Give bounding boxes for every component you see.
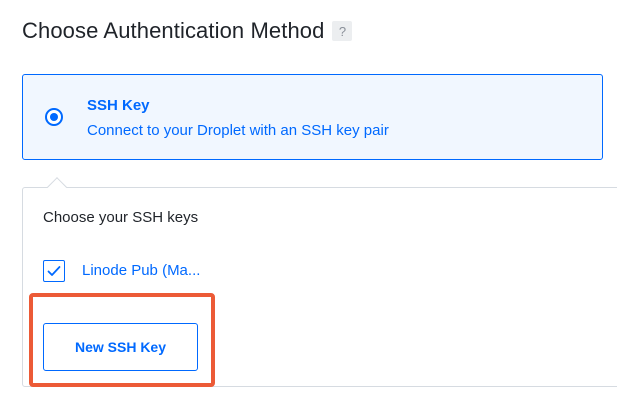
ssh-key-name[interactable]: Linode Pub (Ma...	[82, 262, 200, 279]
header: Choose Authentication Method ?	[22, 18, 353, 44]
page-title: Choose Authentication Method	[22, 18, 325, 43]
option-title: SSH Key	[87, 97, 150, 114]
panel-pointer	[47, 177, 67, 197]
ssh-keys-label: Choose your SSH keys	[43, 209, 199, 226]
option-description: Connect to your Droplet with an SSH key …	[87, 122, 389, 139]
ssh-key-option[interactable]: SSH Key Connect to your Droplet with an …	[22, 74, 603, 160]
checkmark-icon	[47, 266, 61, 276]
ssh-key-checkbox[interactable]	[43, 260, 65, 282]
radio-selected-icon[interactable]	[45, 108, 63, 126]
auth-method-page: Choose Authentication Method ? SSH Key C…	[0, 0, 617, 409]
new-ssh-key-button[interactable]: New SSH Key	[43, 323, 198, 371]
radio-dot	[50, 113, 58, 121]
help-icon[interactable]: ?	[332, 21, 353, 41]
